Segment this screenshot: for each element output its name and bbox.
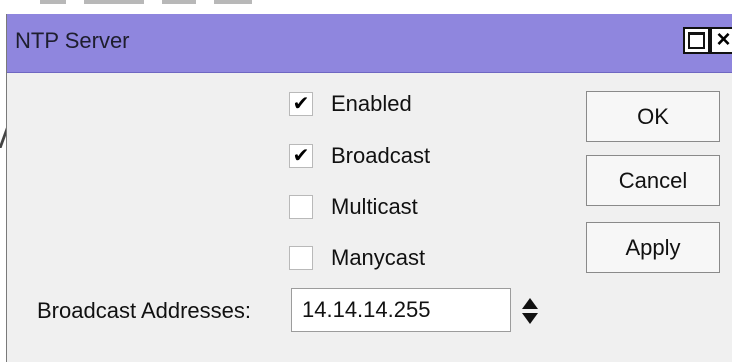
broadcast-addresses-input[interactable]: 14.14.14.255 — [291, 288, 511, 332]
close-icon[interactable]: × — [710, 27, 732, 54]
updown-spinner-icon[interactable] — [519, 296, 541, 326]
checkbox-manycast[interactable]: Manycast — [289, 240, 425, 276]
cancel-button[interactable]: Cancel — [586, 155, 720, 206]
title-bar[interactable]: NTP Server × — [7, 14, 732, 73]
cropped-background-decoration — [40, 0, 380, 10]
screen: NTP Server × ✔ Enabled ✔ Broadcast Multi… — [0, 0, 732, 362]
maximize-icon[interactable] — [683, 27, 710, 54]
checkbox-enabled[interactable]: ✔ Enabled — [289, 86, 412, 122]
check-icon[interactable]: ✔ — [289, 92, 313, 116]
checkbox-label-manycast: Manycast — [331, 245, 426, 270]
checkbox-label-multicast: Multicast — [331, 194, 418, 219]
checkbox-label-enabled: Enabled — [331, 91, 412, 116]
checkbox-broadcast[interactable]: ✔ Broadcast — [289, 138, 430, 174]
checkbox-multicast[interactable]: Multicast — [289, 189, 418, 225]
empty-checkbox[interactable] — [289, 195, 313, 219]
empty-checkbox[interactable] — [289, 246, 313, 270]
check-icon[interactable]: ✔ — [289, 144, 313, 168]
apply-button[interactable]: Apply — [586, 222, 720, 273]
ok-button[interactable]: OK — [586, 91, 720, 142]
window-title: NTP Server — [15, 28, 130, 53]
broadcast-addresses-label: Broadcast Addresses: — [37, 298, 252, 323]
checkbox-label-broadcast: Broadcast — [331, 143, 431, 168]
ntp-server-window: NTP Server × ✔ Enabled ✔ Broadcast Multi… — [6, 14, 732, 362]
